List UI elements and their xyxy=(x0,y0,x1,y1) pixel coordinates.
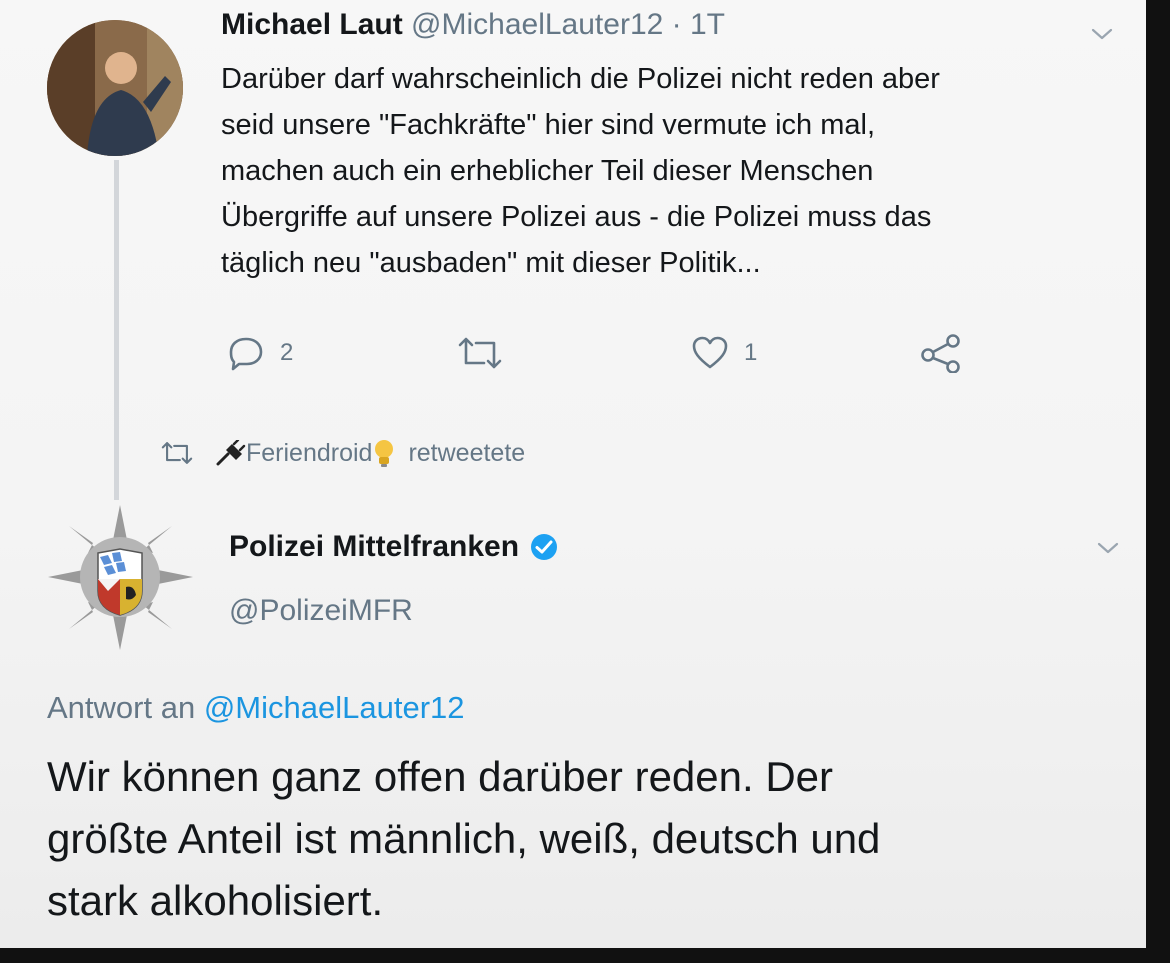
polizei-star-logo[interactable] xyxy=(48,505,193,650)
reply-icon xyxy=(229,337,263,371)
tweet-2-text: Wir können ganz offen darüber reden. Der… xyxy=(47,753,881,924)
tweet-2-author[interactable]: Polizei Mittelfranken xyxy=(229,530,559,564)
retweet-action[interactable] xyxy=(456,333,504,373)
tweet-1-text: Darüber darf wahrscheinlich die Polizei … xyxy=(221,63,940,279)
tweet-1-separator: · xyxy=(671,8,682,41)
tweet-2-chevron-down-icon[interactable] xyxy=(1096,536,1120,560)
reply-to-line: Antwort an @MichaelLauter12 xyxy=(47,690,465,726)
retweet-context-icon xyxy=(161,442,193,464)
share-action[interactable] xyxy=(918,333,964,373)
retweeter-name[interactable]: Feriendroid xyxy=(246,439,372,468)
verified-badge-icon xyxy=(531,534,558,560)
like-action[interactable]: 1 xyxy=(690,333,757,373)
tweet-1-handle[interactable]: @MichaelLauter12 xyxy=(411,8,663,41)
retweet-icon xyxy=(458,337,502,369)
thread-connector-line xyxy=(114,160,119,500)
share-icon xyxy=(921,334,960,373)
reply-count: 2 xyxy=(280,339,294,366)
tweet-2-handle[interactable]: @PolizeiMFR xyxy=(229,594,413,628)
reply-prefix: Antwort an xyxy=(47,690,196,725)
heart-icon xyxy=(692,336,728,369)
tweet-1-chevron-down-icon[interactable] xyxy=(1090,22,1114,46)
avatar-michael-laut[interactable] xyxy=(47,20,183,156)
plug-icon xyxy=(216,440,246,466)
tweet-1-time[interactable]: 1T xyxy=(690,8,725,41)
retweet-suffix: retweetete xyxy=(408,438,526,467)
bottom-edge-border xyxy=(0,948,1170,963)
like-count: 1 xyxy=(744,339,758,366)
tweet-2-author-name[interactable]: Polizei Mittelfranken xyxy=(229,530,519,564)
screenshot-frame: Michael Laut @MichaelLauter12 · 1T Darüb… xyxy=(0,0,1146,948)
reply-action[interactable]: 2 xyxy=(226,333,293,373)
tweet-1-author-name[interactable]: Michael Laut xyxy=(221,8,403,41)
lightbulb-icon xyxy=(375,440,394,467)
retweet-context: Feriendroid retweetete xyxy=(160,438,525,468)
reply-mention-link[interactable]: @MichaelLauter12 xyxy=(204,690,465,725)
tweet-1-header: Michael Laut @MichaelLauter12 · 1T xyxy=(221,8,725,42)
right-edge-border xyxy=(1146,0,1170,963)
